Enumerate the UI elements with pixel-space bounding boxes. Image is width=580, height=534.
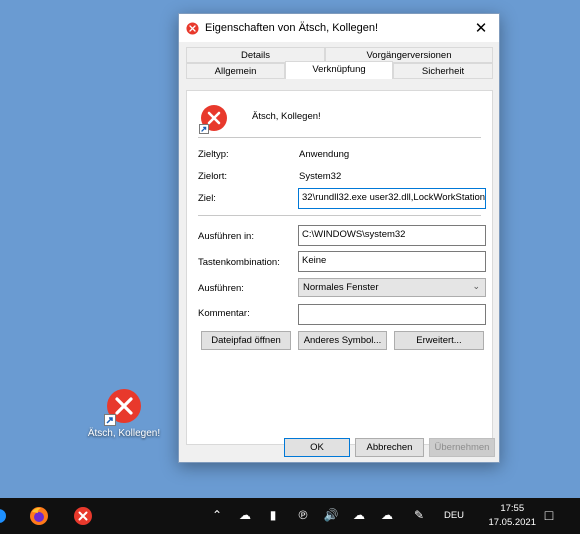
desktop-shortcut-label: Ätsch, Kollegen! [87,428,161,439]
tastenkombination-input[interactable]: Keine [298,251,486,272]
tab-sicherheit[interactable]: Sicherheit [393,63,493,79]
shortcut-overlay-icon [199,124,209,134]
cloud-upload-icon[interactable]: ☁ [350,508,368,522]
zieltyp-value: Anwendung [299,149,350,160]
shortcut-name: Ätsch, Kollegen! [252,111,321,122]
abbrechen-button[interactable]: Abbrechen [355,438,424,457]
red-x-app-icon[interactable] [68,498,98,534]
desktop-shortcut[interactable]: Ätsch, Kollegen! [80,388,168,439]
tab-allgemein[interactable]: Allgemein [186,63,285,79]
ausfuehren-label: Ausführen: [198,283,244,294]
zieltyp-label: Zieltyp: [198,149,229,160]
firefox-icon[interactable] [24,498,54,534]
battery-icon[interactable]: ▮ [264,508,282,522]
pen-icon[interactable]: ✎ [410,508,428,522]
chevron-down-icon: ⌄ [472,281,480,291]
tastenkombination-label: Tastenkombination: [198,257,280,268]
taskbar-app-partial-icon[interactable] [0,498,8,534]
app-icon [186,21,199,35]
title-bar[interactable]: Eigenschaften von Ätsch, Kollegen! ✕ [179,14,499,42]
divider [198,215,481,216]
volume-icon[interactable]: 🔊 [322,508,340,522]
language-indicator[interactable]: DEU [440,510,468,521]
zielort-label: Zielort: [198,171,228,182]
tab-panel-verknuepfung: Ätsch, Kollegen! Zieltyp: Anwendung Ziel… [186,90,493,445]
ausfuehren-in-input[interactable]: C:\WINDOWS\system32 [298,225,486,246]
red-x-icon [104,388,142,426]
dateipfad-oeffnen-button[interactable]: Dateipfad öffnen [201,331,291,350]
ausfuehren-select[interactable]: Normales Fenster ⌄ [298,278,486,297]
zielort-value: System32 [299,171,342,182]
notification-icon[interactable]: □ [540,507,558,523]
shortcut-arrow-icon [104,414,116,426]
desktop: { "desktop": { "shortcut_label": "Ätsch,… [0,0,580,534]
tab-verknuepfung[interactable]: Verknüpfung [285,61,393,79]
wifi-icon[interactable]: ℗ [294,508,312,522]
erweitert-button[interactable]: Erweitert... [394,331,484,350]
chevron-up-icon[interactable]: ⌃ [208,508,226,522]
ziel-input[interactable]: 32\rundll32.exe user32.dll,LockWorkStati… [298,188,486,209]
cloud-sync-icon[interactable]: ☁ [378,508,396,522]
ausfuehren-select-value: Normales Fenster [303,282,379,293]
clock-time: 17:55 [500,503,525,514]
tab-strip: Details Vorgängerversionen Allgemein Ver… [179,42,499,84]
dialog-title: Eigenschaften von Ätsch, Kollegen! [205,22,379,34]
taskbar: ⌃ ☁ ▮ ℗ 🔊 ☁ ☁ ✎ DEU 17:55 17.05.2021 □ [0,498,580,534]
shortcut-icon [199,104,230,134]
properties-dialog: Eigenschaften von Ätsch, Kollegen! ✕ Det… [178,13,500,463]
kommentar-input[interactable] [298,304,486,325]
ziel-label: Ziel: [198,193,216,204]
anderes-symbol-button[interactable]: Anderes Symbol... [298,331,387,350]
close-button[interactable]: ✕ [463,14,499,42]
ausfuehren-in-label: Ausführen in: [198,231,254,242]
clock[interactable]: 17:55 17.05.2021 [488,502,536,530]
clock-date: 17.05.2021 [488,517,536,528]
ok-button[interactable]: OK [284,438,350,457]
uebernehmen-button[interactable]: Übernehmen [429,438,495,457]
onedrive-icon[interactable]: ☁ [236,508,254,522]
kommentar-label: Kommentar: [198,308,250,319]
divider [198,137,481,138]
